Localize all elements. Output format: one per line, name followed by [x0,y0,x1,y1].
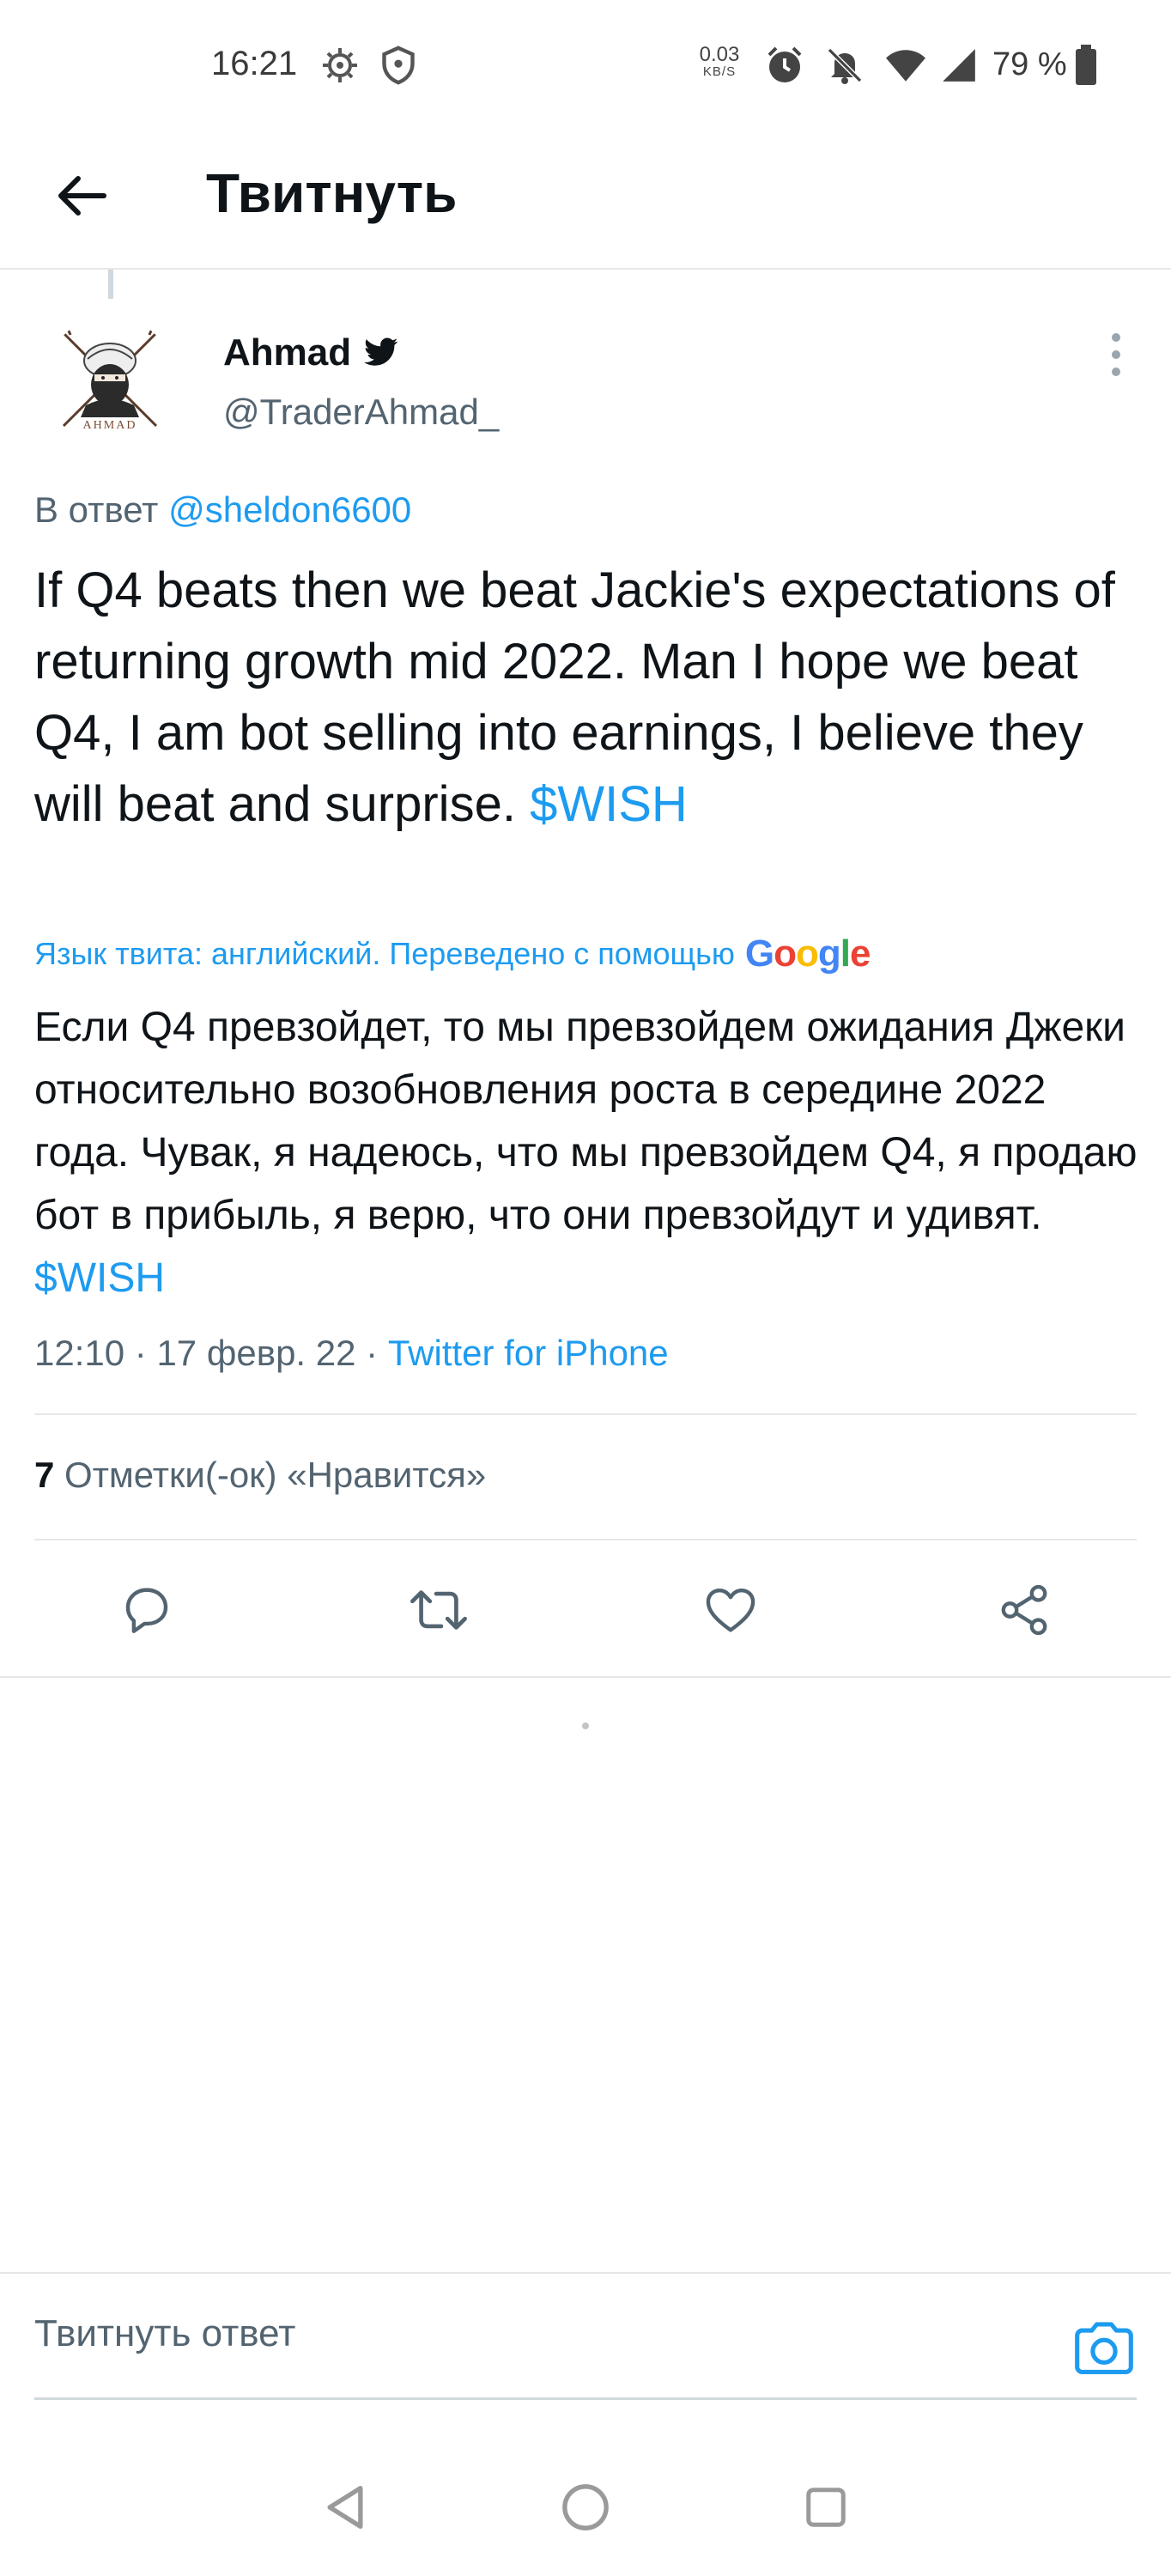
divider [34,1413,1137,1415]
author-name[interactable]: Ahmad [223,331,399,374]
reply-button[interactable] [108,1571,185,1649]
battery-percent: 79 % [992,46,1067,82]
google-logo: Google [744,933,871,975]
page-title: Твитнуть [206,162,458,224]
like-icon [706,1588,755,1632]
avatar[interactable]: AHMAD [45,316,175,447]
network-speed-value: 0.03 [699,43,740,66]
tweet-source-link[interactable]: Twitter for iPhone [388,1333,669,1373]
translated-cashtag-link[interactable]: $WISH [34,1255,165,1301]
nav-home-button[interactable] [551,2473,620,2542]
retweet-icon [410,1590,467,1630]
share-button[interactable] [986,1571,1063,1649]
divider [0,1676,1171,1678]
translation-note-text: Язык твита: английский. Переведено с пом… [34,936,735,971]
more-dot [1112,350,1120,359]
tweet-time: 12:10 [34,1333,125,1373]
network-speed: 0.03 KB/S [694,43,745,79]
triangle-back-icon [327,2486,363,2529]
alarm-icon [764,45,805,86]
reply-composer [0,2272,1171,2401]
tweet-date: 17 февр. 22 [156,1333,356,1373]
system-navigation-bar [0,2439,1171,2576]
likes-label: Отметки(-ок) «Нравится» [64,1455,487,1495]
author-name-text: Ahmad [223,331,352,374]
likes-count: 7 [34,1455,55,1495]
more-dot [1112,333,1120,342]
shield-icon [379,45,417,86]
like-button[interactable] [692,1571,769,1649]
status-bar: 16:21 0.03 KB/S 79 % [0,0,1171,129]
battery-icon [1073,45,1099,86]
notifications-off-icon [824,45,865,86]
translated-body: Если Q4 превзойдет, то мы превзойдем ожи… [34,1005,1138,1238]
cashtag-link[interactable]: $WISH [530,776,688,832]
thread-connector-line [108,270,113,299]
camera-button[interactable] [1070,2313,1138,2382]
tweet-meta: 12:10 · 17 февр. 22 · Twitter for iPhone [34,1333,669,1374]
meta-separator: · [366,1333,379,1373]
network-speed-unit: KB/S [702,64,737,79]
top-app-bar: Твитнуть [0,129,1171,270]
avatar-logo-text: AHMAD [83,419,137,432]
square-recents-icon [806,2488,846,2527]
more-dot [1112,368,1120,376]
cellular-signal-icon [939,45,979,86]
share-icon [1001,1584,1047,1636]
reply-context: В ответ @sheldon6600 [34,489,411,531]
avatar-image: AHMAD [45,316,175,447]
likes-count-row[interactable]: 7 Отметки(-ок) «Нравится» [34,1455,486,1496]
author-handle[interactable]: @TraderAhmad_ [223,392,499,433]
tweet-text: If Q4 beats then we beat Jackie's expect… [34,555,1142,840]
loading-indicator [582,1722,589,1729]
nav-recents-button[interactable] [792,2473,860,2542]
circle-home-icon [562,2484,609,2530]
settings-gear-icon [319,45,361,86]
reply-prefix: В ответ [34,489,159,530]
more-options-button[interactable] [1099,325,1133,385]
retweet-button[interactable] [400,1571,477,1649]
translated-tweet-text: Если Q4 превзойдет, то мы превзойдем ожи… [34,996,1142,1309]
meta-separator: · [134,1333,147,1373]
reply-input[interactable] [34,2300,1047,2368]
reply-icon [125,1588,168,1633]
reply-input-underline [34,2397,1137,2400]
arrow-left-icon [58,176,106,216]
wifi-icon [884,45,927,86]
status-time: 16:21 [211,45,298,82]
tweet-actions [0,1546,1171,1674]
camera-icon [1075,2322,1133,2375]
nav-back-button[interactable] [311,2473,379,2542]
reply-mention-link[interactable]: @sheldon6600 [168,489,411,530]
translation-note[interactable]: Язык твита: английский. Переведено с пом… [34,933,871,975]
back-button[interactable] [45,159,118,233]
divider [34,1539,1137,1540]
twitter-bird-icon [364,337,398,366]
